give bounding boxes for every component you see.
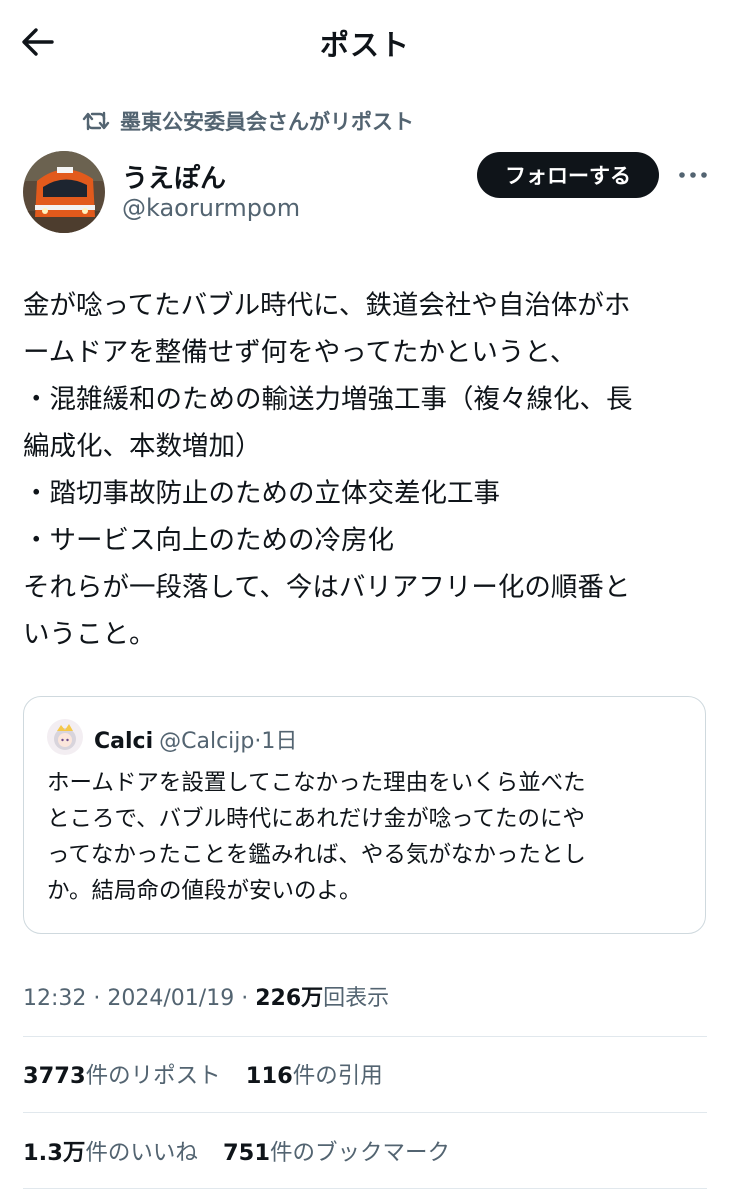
repost-indicator[interactable]: 墨東公安委員会さんがリポスト [82, 106, 414, 136]
quotes-stat[interactable]: 116件の引用 [246, 1063, 383, 1089]
likes-label: 件のいいね [85, 1140, 198, 1166]
train-photo-avatar [23, 151, 105, 233]
quote-author-handle: @Calcijp [159, 729, 255, 754]
quoted-post[interactable]: Calci @Calcijp·1日 ホームドアを設置してこなかった理由をいくら並べ… [23, 696, 706, 934]
post-line: ・サービス向上のための冷房化 [23, 525, 394, 556]
quote-line: ところで、バブル時代にあれだけ金が唸ってたのにや [47, 806, 585, 832]
likes-stat[interactable]: 1.3万件のいいね [23, 1140, 198, 1166]
quote-line: か。結局命の値段が安いのよ。 [47, 878, 362, 904]
quotes-label: 件の引用 [292, 1063, 383, 1089]
likes-count: 1.3万 [23, 1140, 86, 1166]
divider [23, 1112, 707, 1113]
quote-time: 1日 [261, 729, 298, 754]
post-date[interactable]: 2024/01/19 [107, 986, 234, 1011]
post-time[interactable]: 12:32 [23, 986, 86, 1011]
more-options-button[interactable] [676, 161, 710, 189]
post-line: ・踏切事故防止のための立体交差化工事 [23, 478, 500, 509]
top-bar: ポスト [0, 0, 730, 82]
meta-separator: · [93, 986, 108, 1011]
page-title: ポスト [319, 28, 410, 62]
post-line: 金が唸ってたバブル時代に、鉄道会社や自治体がホ [23, 290, 631, 321]
author-name[interactable]: うえぽん [122, 158, 226, 195]
bookmarks-label: 件のブックマーク [270, 1140, 451, 1166]
repost-icon [82, 111, 110, 131]
view-count: 226万 [255, 986, 324, 1011]
quote-header: Calci @Calcijp·1日 [94, 723, 297, 755]
quotes-count: 116 [245, 1063, 293, 1089]
divider [23, 1036, 707, 1037]
quote-line: ホームドアを設置してこなかった理由をいくら並べた [47, 770, 586, 796]
anime-avatar [47, 719, 83, 755]
stats-row-likes: 1.3万件のいいね 751件のブックマーク [23, 1135, 468, 1167]
post-line: ームドアを整備せず何をやってたかというと、 [23, 337, 577, 368]
post-line: ・混雑緩和のための輸送力増強工事（複々線化、長 [23, 384, 633, 415]
divider [23, 1188, 707, 1189]
meta-separator: · [241, 986, 256, 1011]
post-line: いうこと。 [23, 619, 156, 650]
bookmarks-count: 751 [223, 1140, 270, 1166]
stats-row-reposts: 3773件のリポスト 116件の引用 [23, 1058, 401, 1090]
quote-line: ってなかったことを鑑みれば、やる気がなかったとし [47, 842, 586, 868]
quote-avatar [47, 719, 83, 755]
quote-author-name: Calci [94, 729, 154, 754]
post-line: それらが一段落して、今はバリアフリー化の順番と [23, 572, 631, 603]
reposts-count: 3773 [23, 1063, 86, 1089]
post-metadata: 12:32 · 2024/01/19 · 226万回表示 [23, 980, 389, 1012]
post-text: 金が唸ってたバブル時代に、鉄道会社や自治体がホ ームドアを整備せず何をやってたか… [23, 282, 713, 658]
avatar[interactable] [23, 151, 105, 233]
author-handle[interactable]: @kaorurmpom [122, 194, 300, 222]
bookmarks-stat[interactable]: 751件のブックマーク [223, 1140, 450, 1166]
repost-label: 墨東公安委員会さんがリポスト [120, 110, 414, 134]
post-line: 編成化、本数増加） [23, 431, 262, 462]
more-dots-icon [679, 172, 707, 178]
follow-button[interactable]: フォローする [477, 152, 659, 198]
view-count-label: 回表示 [323, 986, 390, 1011]
quote-text: ホームドアを設置してこなかった理由をいくら並べた ところで、バブル時代にあれだけ… [47, 765, 697, 909]
reposts-stat[interactable]: 3773件のリポスト [23, 1063, 221, 1089]
reposts-label: 件のリポスト [85, 1063, 221, 1089]
